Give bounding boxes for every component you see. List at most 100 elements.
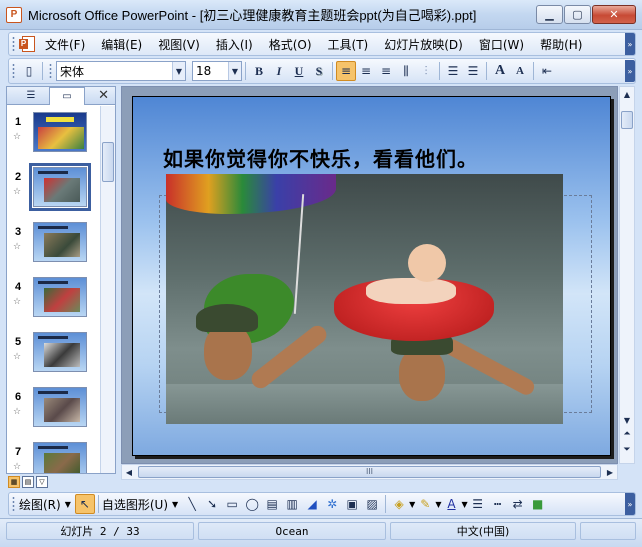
- slide-preview[interactable]: [33, 112, 87, 152]
- rectangle-icon[interactable]: ▭: [222, 494, 242, 514]
- menu-slideshow[interactable]: 幻灯片放映(D): [384, 36, 463, 53]
- grow-font-button[interactable]: A: [490, 61, 510, 81]
- close-button[interactable]: ✕: [592, 5, 636, 24]
- slide-thumbnail[interactable]: 5 ☆: [7, 326, 101, 376]
- scrollbar-thumb[interactable]: [102, 142, 114, 182]
- slide-preview[interactable]: [33, 222, 87, 262]
- fill-color-icon[interactable]: ◈: [389, 494, 409, 514]
- new-slide-icon[interactable]: ▯: [19, 61, 39, 81]
- toolbar-overflow-icon[interactable]: »: [625, 493, 635, 515]
- chevron-down-icon[interactable]: ▼: [65, 500, 71, 509]
- wordart-icon[interactable]: ◢: [302, 494, 322, 514]
- decrease-indent-icon[interactable]: ⇤: [537, 61, 557, 81]
- slide-preview[interactable]: [33, 332, 87, 372]
- chevron-down-icon[interactable]: ▼: [172, 500, 178, 509]
- slide-title[interactable]: 如果你觉得你不快乐，看看他们。: [163, 143, 478, 172]
- toolbar-grip[interactable]: [12, 496, 15, 512]
- slide-thumbnail[interactable]: 2 ☆: [7, 161, 101, 211]
- document-icon[interactable]: [19, 36, 37, 52]
- arrow-icon[interactable]: ➘: [202, 494, 222, 514]
- insert-picture-icon[interactable]: ▨: [362, 494, 382, 514]
- normal-view-icon[interactable]: ▦: [8, 476, 20, 488]
- shadow-style-icon[interactable]: ■: [528, 494, 548, 514]
- tab-slides[interactable]: ▭: [49, 87, 85, 105]
- toolbar-grip[interactable]: [49, 63, 52, 79]
- toolbar-grip[interactable]: [12, 63, 15, 79]
- italic-button[interactable]: I: [269, 61, 289, 81]
- slide-preview[interactable]: [33, 387, 87, 427]
- textbox-icon[interactable]: ▤: [262, 494, 282, 514]
- scroll-left-icon[interactable]: ◀: [122, 465, 136, 479]
- chevron-down-icon[interactable]: ▼: [228, 62, 241, 80]
- align-right-button[interactable]: ≡: [376, 61, 396, 81]
- slide-sorter-icon[interactable]: ▤: [22, 476, 34, 488]
- bold-button[interactable]: B: [249, 61, 269, 81]
- font-color-icon[interactable]: A: [441, 494, 461, 514]
- slide-preview[interactable]: [33, 442, 87, 473]
- maximize-button[interactable]: ▢: [564, 5, 591, 24]
- powerpoint-icon[interactable]: P: [6, 6, 22, 23]
- view-buttons: ▦ ▤ ▽: [8, 476, 48, 490]
- menu-edit[interactable]: 编辑(E): [101, 36, 142, 53]
- menu-view[interactable]: 视图(V): [158, 36, 200, 53]
- align-center-button[interactable]: ≡: [356, 61, 376, 81]
- current-slide[interactable]: 如果你觉得你不快乐，看看他们。: [132, 96, 611, 456]
- editor-horizontal-scrollbar[interactable]: ◀ III ▶: [121, 464, 618, 480]
- menu-tools[interactable]: 工具(T): [328, 36, 369, 53]
- slide-thumbnail[interactable]: 7 ☆: [7, 436, 101, 473]
- editor-vertical-scrollbar[interactable]: ▲ ▼ ⏶ ⏷: [619, 86, 635, 464]
- menu-overflow-icon[interactable]: »: [625, 33, 635, 55]
- slide-thumbnail[interactable]: 1 ☆: [7, 106, 101, 156]
- menu-help[interactable]: 帮助(H): [540, 36, 582, 53]
- menu-insert[interactable]: 插入(I): [216, 36, 253, 53]
- scrollbar-thumb[interactable]: [621, 111, 633, 129]
- font-size-select[interactable]: 18 ▼: [192, 61, 242, 81]
- font-name-select[interactable]: 宋体 ▼: [56, 61, 186, 81]
- previous-slide-icon[interactable]: ⏶: [620, 429, 634, 443]
- line-color-icon[interactable]: ✎: [415, 494, 435, 514]
- numbering-icon[interactable]: ☰: [443, 61, 463, 81]
- menu-window[interactable]: 窗口(W): [479, 36, 524, 53]
- scroll-right-icon[interactable]: ▶: [603, 465, 617, 479]
- align-left-icon: ≡: [340, 64, 352, 78]
- slide-preview[interactable]: [29, 163, 91, 211]
- arrow-style-icon[interactable]: ⇄: [508, 494, 528, 514]
- dash-style-icon[interactable]: ┅: [488, 494, 508, 514]
- slide-thumbnail[interactable]: 4 ☆: [7, 271, 101, 321]
- scroll-down-icon[interactable]: ▼: [620, 413, 634, 427]
- vertical-text-icon[interactable]: ⫶: [416, 61, 436, 81]
- distribute-icon[interactable]: ⫼: [396, 61, 416, 81]
- slide-photo[interactable]: [166, 174, 563, 424]
- shadow-button[interactable]: S: [309, 61, 329, 81]
- minimize-button[interactable]: ▁: [536, 5, 563, 24]
- select-objects-icon[interactable]: ↖: [74, 494, 95, 514]
- menu-format[interactable]: 格式(O): [269, 36, 312, 53]
- slide-thumbnail[interactable]: 3 ☆: [7, 216, 101, 266]
- toolbar-grip[interactable]: [12, 36, 15, 52]
- slideshow-view-icon[interactable]: ▽: [36, 476, 48, 488]
- slides-pane-scrollbar[interactable]: [100, 106, 115, 473]
- tab-outline[interactable]: ☰: [13, 87, 49, 104]
- chevron-down-icon[interactable]: ▼: [172, 62, 185, 80]
- next-slide-icon[interactable]: ⏷: [620, 445, 634, 459]
- menu-file[interactable]: 文件(F): [45, 36, 85, 53]
- separator: [533, 62, 534, 80]
- draw-menu-button[interactable]: 绘图(R): [19, 496, 61, 513]
- slide-preview[interactable]: [33, 277, 87, 317]
- clipart-icon[interactable]: ▣: [342, 494, 362, 514]
- diagram-icon[interactable]: ✲: [322, 494, 342, 514]
- bullets-icon[interactable]: ☰: [463, 61, 483, 81]
- scrollbar-thumb[interactable]: III: [138, 466, 601, 478]
- slide-thumbnail[interactable]: 6 ☆: [7, 381, 101, 431]
- autoshapes-button[interactable]: 自选图形(U): [102, 496, 168, 513]
- underline-button[interactable]: U: [289, 61, 309, 81]
- vertical-textbox-icon[interactable]: ▥: [282, 494, 302, 514]
- shrink-font-button[interactable]: A: [510, 61, 530, 81]
- line-style-icon[interactable]: ☰: [468, 494, 488, 514]
- close-icon[interactable]: ✕: [98, 88, 109, 103]
- align-left-button[interactable]: ≡: [336, 61, 356, 81]
- line-icon[interactable]: ╲: [182, 494, 202, 514]
- scroll-up-icon[interactable]: ▲: [620, 87, 634, 101]
- oval-icon[interactable]: ◯: [242, 494, 262, 514]
- toolbar-overflow-icon[interactable]: »: [625, 60, 635, 82]
